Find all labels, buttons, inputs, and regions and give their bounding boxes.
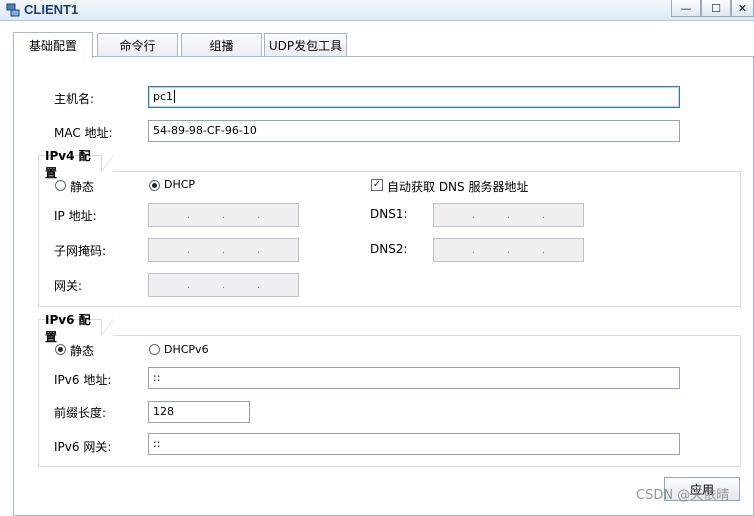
dns2-label: DNS2:	[370, 242, 408, 256]
tab-label: 组播	[209, 39, 234, 53]
subnet-mask-input[interactable]: ...	[148, 238, 299, 262]
gateway-input[interactable]: ...	[148, 273, 299, 297]
hostname-input[interactable]: pc1	[148, 86, 680, 108]
tab-label: 命令行	[119, 39, 156, 53]
ipv6-address-value: ::	[153, 371, 161, 384]
ip-address-input[interactable]: ...	[148, 203, 299, 227]
window-title: CLIENT1	[24, 2, 79, 17]
dns1-label: DNS1:	[370, 207, 408, 221]
ip-dot: .	[221, 244, 226, 256]
ip-dot: .	[186, 279, 191, 291]
prefix-length-input[interactable]: 128	[148, 401, 250, 423]
ipv4-group-title: IPv4 配置	[45, 149, 91, 180]
prefix-length-label: 前缀长度:	[54, 406, 107, 420]
ip-dot: .	[221, 279, 226, 291]
ipv4-dhcp-label: DHCP	[164, 178, 196, 191]
auto-dns-checkbox[interactable]: ✓	[371, 179, 383, 191]
maximize-icon: ☐	[711, 1, 721, 15]
ipv6-group-tab: IPv6 配置	[38, 313, 113, 344]
ipv6-address-input[interactable]: ::	[148, 367, 680, 389]
ipv6-address-label: IPv6 地址:	[54, 373, 112, 387]
gateway-label: 网关:	[54, 279, 83, 293]
minimize-button[interactable]: —	[671, 0, 701, 17]
tab-label: 基础配置	[28, 39, 77, 53]
ipv6-group-title: IPv6 配置	[45, 313, 91, 344]
ip-dot: .	[471, 244, 476, 256]
ip-dot: .	[256, 279, 261, 291]
ipv6-gateway-label: IPv6 网关:	[54, 440, 112, 454]
close-icon: ✕	[737, 1, 748, 15]
ip-dot: .	[256, 209, 261, 221]
tab-multicast[interactable]: 组播	[181, 33, 262, 57]
ipv6-gateway-value: ::	[153, 437, 161, 450]
ip-dot: .	[186, 244, 191, 256]
watermark: CSDN @天依晴	[636, 488, 730, 503]
dns2-input[interactable]: ...	[433, 238, 584, 262]
tab-command-line[interactable]: 命令行	[97, 33, 178, 57]
close-button[interactable]: ✕	[731, 0, 754, 17]
hostname-label: 主机名:	[54, 92, 95, 106]
ipv6-static-radio[interactable]	[55, 344, 66, 355]
checkmark-icon: ✓	[372, 179, 382, 190]
title-bar[interactable]: CLIENT1 — ☐ ✕	[0, 0, 754, 21]
ip-dot: .	[506, 209, 511, 221]
dns1-input[interactable]: ...	[433, 203, 584, 227]
minimize-icon: —	[680, 1, 692, 15]
ip-dot: .	[186, 209, 191, 221]
ip-dot: .	[256, 244, 261, 256]
mac-value: 54-89-98-CF-96-10	[153, 124, 257, 137]
tab-udp-tool[interactable]: UDP发包工具	[264, 33, 347, 57]
ip-dot: .	[506, 244, 511, 256]
ip-dot: .	[541, 209, 546, 221]
ip-dot: .	[471, 209, 476, 221]
ip-address-label: IP 地址:	[54, 209, 97, 223]
prefix-length-value: 128	[153, 405, 174, 418]
ip-dot: .	[541, 244, 546, 256]
ipv6-dhcpv6-radio[interactable]	[149, 344, 160, 355]
subnet-mask-label: 子网掩码:	[54, 244, 107, 258]
auto-dns-label: 自动获取 DNS 服务器地址	[387, 180, 529, 194]
hostname-value: pc1	[153, 90, 174, 103]
ipv4-static-radio[interactable]	[55, 180, 66, 191]
tab-basic-config[interactable]: 基础配置	[13, 32, 93, 58]
ip-dot: .	[221, 209, 226, 221]
app-icon	[6, 3, 20, 17]
ipv4-group-tab: IPv4 配置	[38, 149, 113, 180]
maximize-button[interactable]: ☐	[701, 0, 731, 17]
ipv6-gateway-input[interactable]: ::	[148, 433, 680, 455]
ipv6-dhcpv6-label: DHCPv6	[164, 343, 209, 356]
mac-label: MAC 地址:	[54, 126, 113, 140]
tab-label: UDP发包工具	[268, 39, 343, 53]
mac-input[interactable]: 54-89-98-CF-96-10	[148, 120, 680, 142]
ipv4-dhcp-radio[interactable]	[149, 180, 160, 191]
